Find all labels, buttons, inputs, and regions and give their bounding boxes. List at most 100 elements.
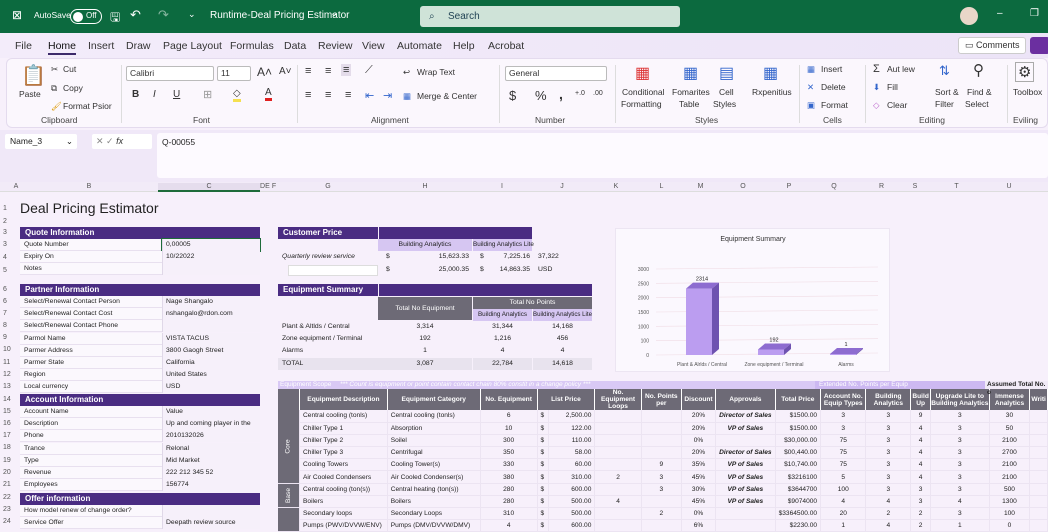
scope-column-header[interactable]: Equipment Category — [387, 389, 481, 410]
row-header[interactable]: 10 — [3, 346, 11, 353]
field-value[interactable]: Relonal — [162, 442, 260, 455]
clear-button[interactable]: Clear — [887, 100, 907, 110]
paste-icon[interactable]: 📋 — [21, 63, 46, 88]
table-row[interactable]: Base Central cooling (ton(s)) Central heat… — [278, 483, 1048, 509]
column-header-O[interactable]: O — [718, 183, 768, 190]
column-header-T[interactable]: T — [925, 183, 988, 190]
merge-center-button[interactable]: Merge & Center — [417, 91, 477, 101]
decrease-font-icon[interactable]: A˅ — [279, 66, 292, 77]
row-header[interactable]: 23 — [3, 506, 11, 513]
cut-button[interactable]: Cut — [63, 64, 76, 74]
table-row[interactable]: Pumps (PWV/DVVW/ENV) Pumps (DMV/DVVW/DMV)… — [278, 519, 1048, 532]
column-header-U[interactable]: U — [988, 183, 1030, 190]
increase-decimal-icon[interactable]: +.0 — [575, 90, 585, 97]
align-bottom-icon[interactable]: ≡ — [341, 64, 352, 76]
field-value[interactable] — [162, 320, 260, 333]
field-value[interactable]: USD — [162, 381, 260, 394]
tab-formulas[interactable]: Formulas — [230, 40, 274, 52]
comments-button[interactable]: ▭ Comments — [958, 37, 1026, 54]
field-value[interactable]: California — [162, 357, 260, 369]
field-value[interactable] — [162, 505, 260, 517]
scope-column-header[interactable]: Discount — [681, 389, 717, 410]
column-header-Q[interactable]: Q — [810, 183, 858, 190]
decrease-decimal-icon[interactable]: .00 — [593, 90, 603, 97]
sort-filter-button[interactable]: Sort & — [935, 87, 959, 97]
tab-draw[interactable]: Draw — [126, 40, 151, 52]
avatar[interactable] — [960, 7, 978, 25]
row-header[interactable]: 6 — [3, 286, 7, 293]
scope-column-header[interactable]: Upgrade Lite to Building Analytics — [930, 389, 990, 410]
row-header[interactable]: 24 — [3, 518, 11, 525]
scope-column-header[interactable]: Build Up — [910, 389, 931, 410]
row-header[interactable]: 9 — [3, 334, 7, 341]
save-icon[interactable]: 🖫 — [110, 8, 120, 29]
field-value[interactable] — [162, 263, 260, 276]
row-header[interactable]: 21 — [3, 481, 11, 488]
italic-button[interactable]: I — [153, 89, 156, 100]
decrease-indent-icon[interactable]: ⇤ — [365, 89, 374, 102]
tab-acrobat[interactable]: Acrobat — [488, 40, 524, 52]
column-header-R[interactable]: R — [858, 183, 905, 190]
row-header[interactable]: 14 — [3, 396, 11, 403]
field-value[interactable]: Nage Shangalo — [162, 296, 260, 308]
conditional-button[interactable]: Conditional — [622, 87, 665, 97]
fill-color-icon[interactable]: ◇ — [233, 88, 241, 102]
field-value[interactable]: nshangalo@rdon.com — [162, 308, 260, 321]
tab-insert[interactable]: Insert — [88, 40, 114, 52]
field-value[interactable]: VISTA TACUS — [162, 332, 260, 345]
table-row[interactable]: Secondary loops Secondary Loops 310 $500.00… — [278, 507, 1048, 532]
column-header-H[interactable]: H — [378, 183, 472, 190]
scope-column-header[interactable]: Account No. Equip Types — [820, 389, 867, 410]
table-row[interactable]: Boilers Boilers 280 $500.00 4 45% VP of Sales $… — [278, 495, 1048, 509]
tab-help[interactable]: Help — [453, 40, 475, 52]
cancel-icon[interactable]: ✕ — [96, 136, 106, 146]
column-header-P[interactable]: P — [768, 183, 810, 190]
scope-column-header[interactable]: List Price — [537, 389, 596, 410]
tab-page-layout[interactable]: Page Layout — [163, 40, 222, 52]
borders-icon[interactable]: ⊞ — [203, 88, 212, 101]
font-color-icon[interactable]: A — [265, 87, 272, 101]
scope-column-header[interactable]: Building Analytics — [865, 389, 912, 410]
scope-column-header[interactable]: Immense Analytics — [989, 389, 1031, 410]
row-header[interactable]: 20 — [3, 469, 11, 476]
equipment-summary-chart[interactable]: Equipment Summary 0 100 1000 1500 2000 2500 300… — [615, 228, 890, 372]
align-right-icon[interactable]: ≡ — [345, 89, 351, 101]
search-box[interactable]: ⌕ Search — [420, 6, 680, 27]
format-as-table-button[interactable]: Fomarites — [672, 87, 710, 97]
service-input[interactable] — [288, 265, 378, 276]
number-format-dropdown[interactable]: General — [505, 66, 607, 81]
increase-font-icon[interactable]: A˄ — [257, 65, 272, 79]
minimize-icon[interactable]: – — [997, 8, 1003, 19]
increase-indent-icon[interactable]: ⇥ — [383, 89, 392, 102]
row-header[interactable]: 12 — [3, 371, 11, 378]
paste-button[interactable]: Paste — [19, 89, 41, 99]
bold-button[interactable]: B — [132, 89, 139, 100]
row-header[interactable]: 1 — [3, 205, 7, 212]
table-row[interactable]: Cooling Towers Cooling Tower(s) 330 $60.00 9… — [278, 458, 1048, 472]
document-title[interactable]: Runtime-Deal Pricing Estimator — [210, 10, 350, 21]
format-cells-button[interactable]: Format — [821, 100, 848, 110]
redo-icon[interactable]: ↷ — [158, 7, 169, 23]
underline-button[interactable]: U — [173, 89, 180, 100]
name-box[interactable]: Name_3 ⌄ — [5, 134, 77, 149]
tab-automate[interactable]: Automate — [397, 40, 442, 52]
font-size-dropdown[interactable]: 11 — [217, 66, 251, 81]
insert-cells-button[interactable]: Insert — [821, 64, 842, 74]
column-header-K[interactable]: K — [592, 183, 640, 190]
column-header-S[interactable]: S — [905, 183, 925, 190]
column-header-I[interactable]: I — [472, 183, 532, 190]
align-top-icon[interactable]: ≡ — [305, 65, 311, 77]
column-header-L[interactable]: L — [640, 183, 683, 190]
field-value[interactable]: Up and coming player in the space — [162, 418, 260, 439]
field-value[interactable]: 10/22022 — [162, 251, 260, 264]
customize-toolbar-icon[interactable]: ⌄ — [188, 9, 196, 20]
find-select-button[interactable]: Find & — [967, 87, 992, 97]
row-header[interactable]: 19 — [3, 457, 11, 464]
column-header-A[interactable]: A — [12, 183, 20, 190]
field-value[interactable]: Deepath review source — [162, 517, 260, 530]
field-value[interactable]: 0,00005 — [161, 238, 261, 252]
copy-button[interactable]: Copy — [63, 83, 83, 93]
row-header[interactable]: 13 — [3, 383, 11, 390]
row-header[interactable]: 17 — [3, 432, 11, 439]
share-button[interactable] — [1030, 37, 1048, 54]
